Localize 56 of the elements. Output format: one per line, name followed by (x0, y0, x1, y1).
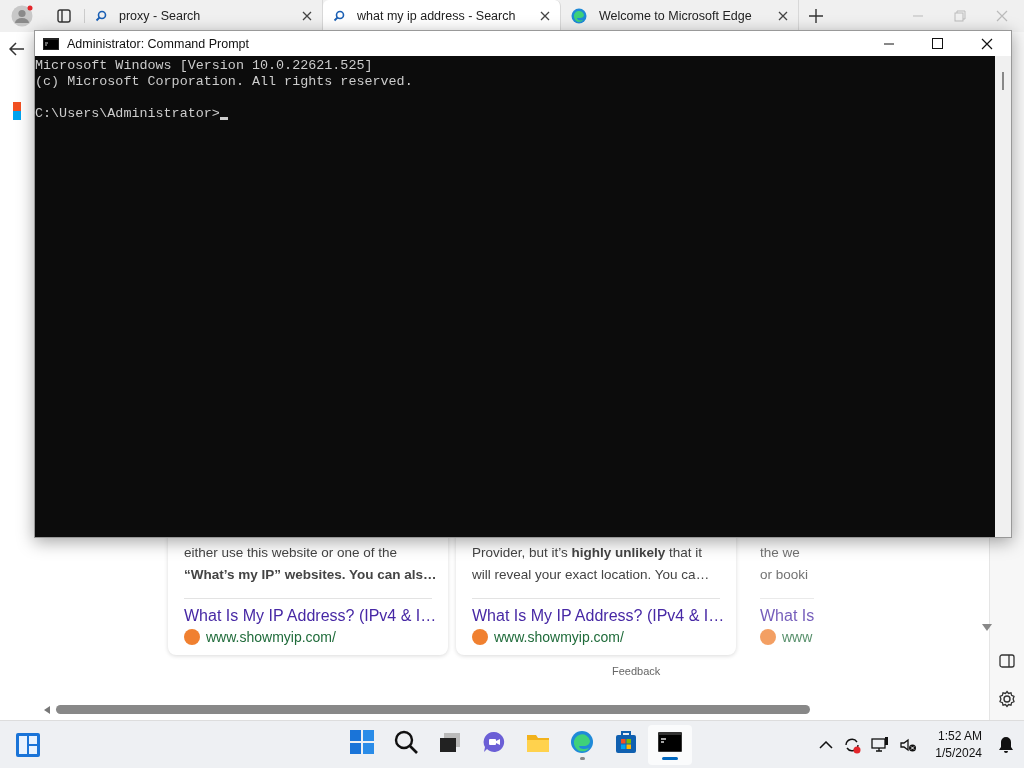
text-cursor (219, 117, 228, 120)
search-icon (95, 10, 107, 22)
chat-icon (482, 730, 506, 754)
tab-actions-icon[interactable] (57, 9, 71, 23)
scrollbar-thumb[interactable] (1002, 72, 1004, 90)
site-favicon-icon (760, 629, 776, 645)
result-link[interactable]: What Is My IP Address? (IPv4 & I… (472, 607, 720, 625)
taskbar-app[interactable] (648, 725, 692, 765)
profile-avatar-icon[interactable] (11, 5, 33, 27)
scroll-down-icon[interactable] (982, 624, 992, 632)
close-icon[interactable] (540, 11, 550, 21)
maximize-icon[interactable] (932, 38, 943, 49)
site-url: www.showmyip.com/ (206, 629, 336, 645)
console-app-icon (43, 37, 59, 50)
console-output-line: Microsoft Windows [Version 10.0.22621.525] (35, 58, 374, 74)
new-tab-icon[interactable] (809, 9, 823, 23)
terminal-icon (658, 730, 682, 754)
sidebar-icon[interactable] (999, 654, 1015, 668)
site-url: www (782, 629, 813, 645)
scrollbar-thumb[interactable] (56, 705, 810, 714)
clock-date[interactable]: 1/5/2024 (935, 744, 982, 762)
close-icon[interactable] (778, 11, 788, 21)
search-icon (333, 10, 345, 22)
snippet-text: either use this website or one of the (184, 544, 398, 562)
snippet-text: the we (760, 544, 800, 562)
snippet-text: will reveal your exact location. You ca… (472, 566, 710, 584)
settings-icon[interactable] (998, 690, 1016, 708)
task-view-icon (438, 730, 462, 754)
snippet-text: Provider, but it’s highly unlikely that it (472, 544, 703, 562)
close-icon[interactable] (302, 11, 312, 21)
site-favicon-icon (472, 629, 488, 645)
feedback-link[interactable]: Feedback (612, 665, 661, 677)
console-output-line: (c) Microsoft Corporation. All rights reserved. (35, 74, 414, 90)
widgets-icon[interactable] (16, 732, 40, 757)
snippet-text: “What’s my IP” websites. You can als… (184, 566, 437, 584)
result-link[interactable]: What Is My IP Address? (IPv4 & I… (184, 607, 432, 625)
scroll-left-icon[interactable] (44, 705, 50, 714)
back-arrow-icon[interactable] (9, 42, 25, 56)
network-icon[interactable] (871, 735, 890, 754)
command-prompt: C:\Users\Administrator> (35, 106, 220, 122)
snippet-text: or booki (760, 566, 809, 584)
tiles-logo-icon (13, 102, 21, 120)
window-title: Administrator: Command Prompt (67, 36, 250, 51)
site-favicon-icon (184, 629, 200, 645)
chevron-up-icon[interactable] (819, 740, 834, 749)
notification-bell-icon[interactable] (998, 735, 1014, 754)
result-link[interactable]: What Is (760, 607, 815, 625)
close-icon[interactable] (981, 37, 993, 50)
edge-logo-icon (570, 730, 594, 754)
edge-logo-icon (571, 8, 587, 24)
site-url: www.showmyip.com/ (494, 629, 624, 645)
clock-time[interactable]: 1:52 AM (937, 727, 982, 745)
browser-tab[interactable]: what my ip address - Search (323, 0, 561, 32)
store-icon (614, 730, 638, 754)
start-icon (350, 730, 374, 754)
search-icon (394, 730, 418, 754)
